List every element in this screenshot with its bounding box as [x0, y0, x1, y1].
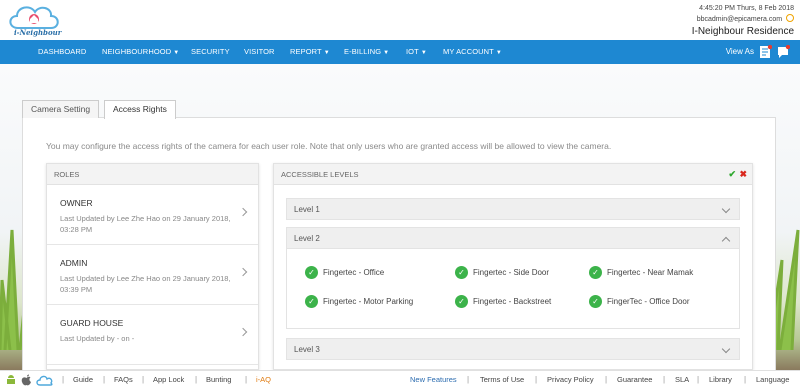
nav-report[interactable]: REPORT ▼ — [290, 40, 330, 64]
document-icon[interactable] — [759, 45, 772, 59]
nav-e-billing[interactable]: E-BILLING ▼ — [344, 40, 389, 64]
chevron-down-icon — [721, 204, 731, 214]
role-item-owner[interactable]: OWNER Last Updated by Lee Zhe Hao on 29 … — [47, 185, 258, 245]
chevron-down-icon: ▼ — [173, 50, 180, 56]
chevron-down-icon: ▼ — [495, 50, 502, 56]
footer-link-privacy[interactable]: Privacy Policy — [547, 371, 594, 389]
cloud-icon[interactable] — [36, 374, 54, 387]
level-label: Level 2 — [294, 234, 320, 243]
role-updated: Last Updated by - on - — [60, 334, 135, 343]
view-as-label[interactable]: View As — [726, 40, 754, 64]
footer-separator: | — [697, 375, 700, 384]
chevron-right-icon — [238, 207, 248, 217]
cancel-x-icon[interactable]: ✖ — [739, 164, 747, 185]
footer-separator: | — [195, 375, 198, 384]
camera-checkbox[interactable]: ✓ Fingertec - Backstreet — [455, 295, 551, 309]
info-text: You may configure the access rights of t… — [46, 141, 612, 151]
chevron-right-icon — [238, 327, 248, 337]
footer-separator: | — [62, 375, 65, 384]
level-2-header[interactable]: Level 2 — [286, 227, 740, 249]
chevron-down-icon: ▼ — [323, 50, 330, 56]
level-2-cameras: ✓ Fingertec - Office ✓ Fingertec - Side Do… — [286, 249, 740, 329]
footer-link-guide[interactable]: Guide — [73, 371, 93, 389]
footer-link-terms[interactable]: Terms of Use — [480, 371, 524, 389]
level-3-header[interactable]: Level 3 — [286, 338, 740, 360]
footer-link-guarantee[interactable]: Guarantee — [617, 371, 652, 389]
top-bar: i-Neighbour 4:45:20 PM Thurs, 8 Feb 2018… — [0, 0, 800, 40]
roles-header: ROLES — [47, 164, 258, 185]
footer-link-i-aq[interactable]: i-AQ — [256, 371, 271, 389]
camera-checkbox[interactable]: ✓ Fingertec - Office — [305, 266, 384, 280]
footer-separator: | — [535, 375, 538, 384]
footer-separator: | — [142, 375, 145, 384]
chevron-down-icon: ▼ — [420, 50, 427, 56]
site-name: I-Neighbour Residence — [691, 26, 794, 37]
android-icon[interactable] — [5, 374, 17, 387]
footer: | Guide | FAQs | App Lock | Bunting | i-… — [0, 370, 800, 390]
apple-icon[interactable] — [21, 374, 32, 387]
role-name: ADMIN — [60, 258, 88, 268]
user-email-row: bbcadmin@epicamera.com — [692, 14, 794, 25]
logo-text: i-Neighbour — [14, 28, 62, 37]
check-circle-icon: ✓ — [589, 266, 602, 280]
footer-separator: | — [605, 375, 608, 384]
camera-checkbox[interactable]: ✓ FingerTec - Office Door — [589, 295, 690, 309]
footer-link-sla[interactable]: SLA — [675, 371, 689, 389]
check-circle-icon: ✓ — [589, 295, 602, 309]
accessible-levels-card: ACCESSIBLE LEVELS ✔ ✖ Level 1 Level 2 ✓ F… — [273, 163, 753, 370]
camera-checkbox[interactable]: ✓ Fingertec - Near Mamak — [589, 266, 693, 280]
datetime: 4:45:20 PM Thurs, 8 Feb 2018 — [699, 5, 794, 12]
user-email[interactable]: bbcadmin@epicamera.com — [697, 16, 782, 23]
chevron-down-icon: ▼ — [383, 50, 390, 56]
chevron-right-icon — [238, 267, 248, 277]
main-nav: DASHBOARD NEIGHBOURHOOD ▼ SECURITY VISITO… — [0, 40, 800, 64]
footer-separator: | — [467, 375, 470, 384]
footer-link-library[interactable]: Library — [709, 371, 732, 389]
check-circle-icon: ✓ — [305, 295, 318, 309]
footer-link-app-lock[interactable]: App Lock — [153, 371, 184, 389]
level-label: Level 1 — [294, 205, 320, 214]
level-label: Level 3 — [294, 345, 320, 354]
footer-separator: | — [245, 375, 248, 384]
chevron-up-icon — [721, 236, 731, 246]
levels-header: ACCESSIBLE LEVELS ✔ ✖ — [274, 164, 752, 185]
levels-header-title: ACCESSIBLE LEVELS — [281, 170, 359, 179]
nav-security[interactable]: SECURITY — [191, 40, 230, 64]
nav-iot[interactable]: IOT ▼ — [406, 40, 427, 64]
chevron-down-icon — [721, 344, 731, 354]
camera-checkbox[interactable]: ✓ Fingertec - Motor Parking — [305, 295, 413, 309]
footer-link-bunting[interactable]: Bunting — [206, 371, 231, 389]
role-name: OWNER — [60, 198, 93, 208]
nav-my-account[interactable]: MY ACCOUNT ▼ — [443, 40, 502, 64]
tab-access-rights[interactable]: Access Rights — [104, 100, 176, 119]
nav-dashboard[interactable]: DASHBOARD — [38, 40, 86, 64]
check-circle-icon: ✓ — [305, 266, 318, 280]
save-check-icon[interactable]: ✔ — [728, 164, 736, 185]
header-info: 4:45:20 PM Thurs, 8 Feb 2018 bbcadmin@ep… — [692, 4, 794, 38]
nav-visitor[interactable]: VISITOR — [244, 40, 275, 64]
footer-separator: | — [744, 375, 747, 384]
footer-link-language[interactable]: Language — [756, 371, 789, 389]
camera-checkbox[interactable]: ✓ Fingertec - Side Door — [455, 266, 549, 280]
role-item-admin[interactable]: ADMIN Last Updated by Lee Zhe Hao on 29 … — [47, 245, 258, 305]
footer-separator: | — [663, 375, 666, 384]
tab-camera-setting[interactable]: Camera Setting — [22, 100, 100, 118]
footer-separator: | — [103, 375, 106, 384]
power-icon[interactable] — [786, 14, 794, 22]
role-item-guard-house[interactable]: GUARD HOUSE Last Updated by - on - — [47, 305, 258, 365]
check-circle-icon: ✓ — [455, 266, 468, 280]
role-name: GUARD HOUSE — [60, 318, 124, 328]
footer-link-new-features[interactable]: New Features — [410, 371, 457, 389]
chat-icon[interactable] — [777, 45, 790, 59]
level-1-header[interactable]: Level 1 — [286, 198, 740, 220]
nav-neighbourhood[interactable]: NEIGHBOURHOOD ▼ — [102, 40, 179, 64]
check-circle-icon: ✓ — [455, 295, 468, 309]
role-updated: Last Updated by Lee Zhe Hao on 29 Januar… — [60, 214, 231, 234]
footer-link-faqs[interactable]: FAQs — [114, 371, 133, 389]
roles-card: ROLES OWNER Last Updated by Lee Zhe Hao … — [46, 163, 259, 370]
role-updated: Last Updated by Lee Zhe Hao on 29 Januar… — [60, 274, 231, 294]
